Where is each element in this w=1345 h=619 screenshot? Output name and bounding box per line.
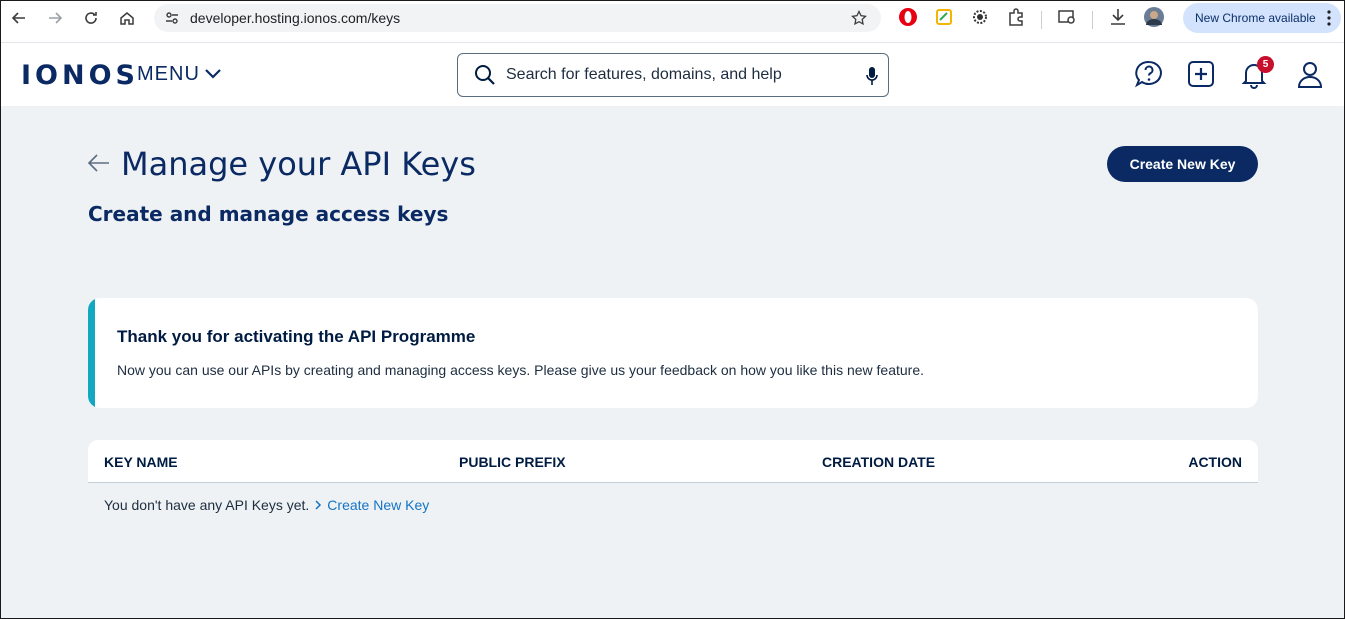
search-input[interactable] [506,66,846,84]
color-picker-extension-icon[interactable] [933,6,955,33]
browser-toolbar: developer.hosting.ionos.com/keys New Chr… [1,1,1344,35]
page-title: Manage your API Keys [121,145,476,183]
search-icon [474,64,496,86]
site-header: IONOS MENU [1,42,1344,106]
create-new-key-link-label: Create New Key [327,497,430,513]
new-chrome-available-button[interactable]: New Chrome available [1183,3,1341,33]
create-new-key-button[interactable]: Create New Key [1107,146,1258,182]
site-info-icon[interactable] [164,10,180,31]
bookmark-star-icon[interactable] [851,9,867,31]
chevron-right-icon [315,497,322,513]
home-icon[interactable] [116,7,138,29]
notice-accent-bar [88,298,95,408]
reload-icon[interactable] [80,7,102,29]
notice-text: Now you can use our APIs by creating and… [117,362,925,378]
create-new-key-link[interactable]: Create New Key [315,497,429,513]
search-bar[interactable] [457,53,889,97]
extensions-area [897,6,1165,33]
activation-notice: Thank you for activating the API Program… [88,298,1258,408]
api-keys-table-header: KEY NAME PUBLIC PREFIX CREATION DATE ACT… [88,440,1258,483]
forward-icon[interactable] [44,7,66,29]
user-account-icon[interactable] [1295,59,1325,89]
menu-label: MENU [137,63,200,85]
column-header-action: ACTION [1188,454,1242,470]
main-content: Manage your API Keys Create and manage a… [1,107,1344,618]
ionos-logo[interactable]: IONOS [21,60,139,91]
profile-avatar[interactable] [1143,6,1165,33]
page-subtitle: Create and manage access keys [88,202,449,226]
menu-button[interactable]: MENU [137,63,222,86]
notice-title: Thank you for activating the API Program… [117,327,476,346]
opera-extension-icon[interactable] [897,6,919,33]
toolbar-divider [1041,10,1042,29]
extensions-puzzle-icon[interactable] [1005,6,1027,33]
address-bar[interactable]: developer.hosting.ionos.com/keys [154,4,881,32]
toolbar-divider [1092,10,1093,29]
back-icon[interactable] [8,7,30,29]
tab-search-icon[interactable] [1056,6,1078,33]
chevron-down-icon [204,63,222,86]
back-arrow-icon[interactable] [87,153,111,173]
new-chrome-label: New Chrome available [1195,11,1316,25]
sun-extension-icon[interactable] [969,6,991,33]
add-icon[interactable] [1186,59,1216,89]
chrome-menu-icon[interactable] [1327,10,1331,29]
microphone-icon[interactable] [866,66,878,91]
notification-badge: 5 [1257,56,1274,73]
column-header-key-name[interactable]: KEY NAME [104,454,178,470]
empty-state-row: You don't have any API Keys yet. Create … [104,497,429,513]
url-text: developer.hosting.ionos.com/keys [190,10,401,26]
column-header-public-prefix[interactable]: PUBLIC PREFIX [459,454,566,470]
help-chat-icon[interactable] [1134,59,1164,89]
column-header-creation-date[interactable]: CREATION DATE [822,454,935,470]
download-icon[interactable] [1107,6,1129,33]
empty-state-text: You don't have any API Keys yet. [104,497,310,513]
